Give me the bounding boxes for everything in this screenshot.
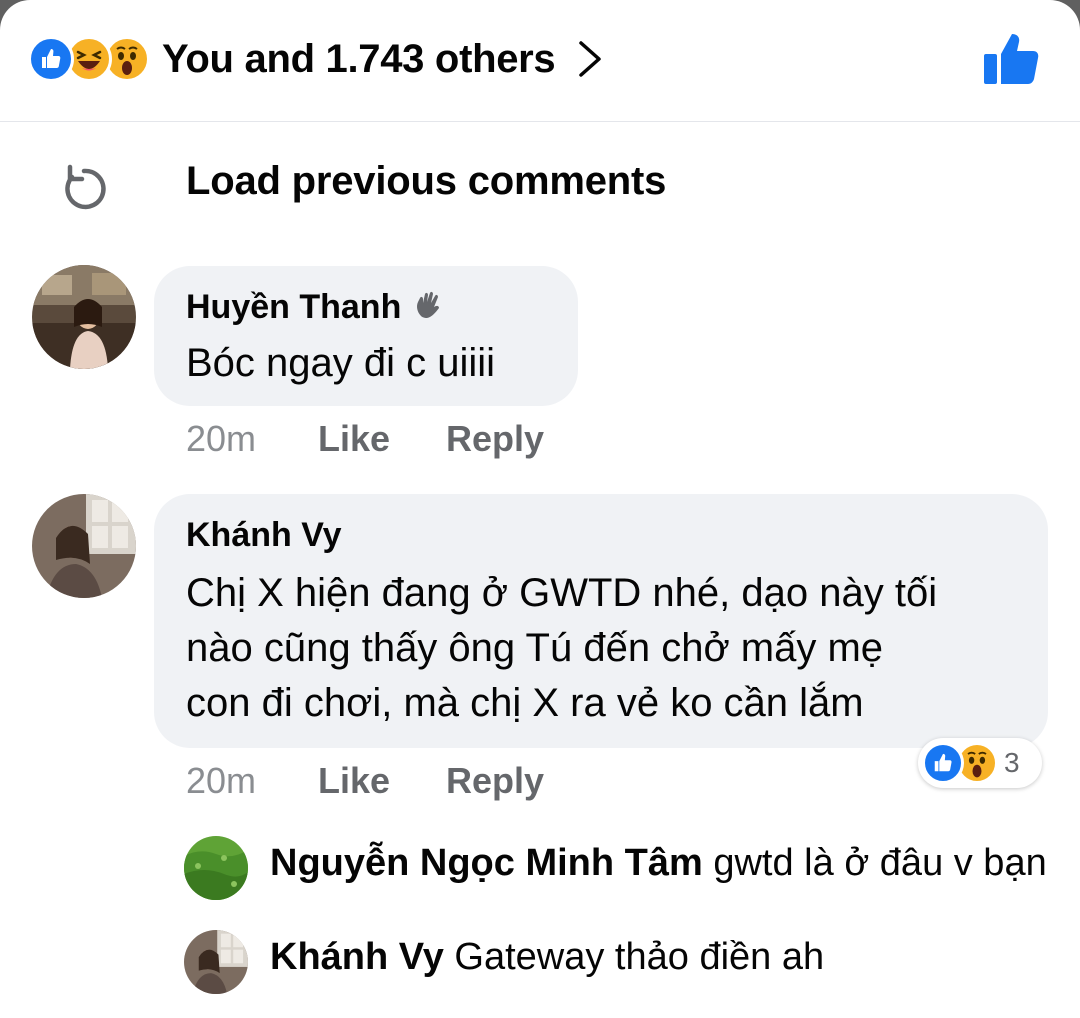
reply-author[interactable]: Khánh Vy [270, 936, 444, 978]
comment-meta: 20m Like Reply [186, 418, 586, 462]
refresh-icon [65, 164, 106, 210]
comment-time: 20m [186, 418, 257, 459]
reactions-summary-text: You and 1.743 others [162, 36, 556, 81]
avatar[interactable] [32, 494, 136, 598]
comment-author-name: Huyền Thanh [186, 288, 402, 326]
reaction-count: 3 [1004, 747, 1020, 778]
comment-text-line: con đi chơi, mà chị X ra vẻ ko cần lắm [186, 681, 864, 725]
load-previous-comments-button[interactable]: Load previous comments [0, 145, 760, 225]
like-button[interactable]: Like [318, 418, 390, 460]
comment-bubble: Huyền Thanh Bóc ngay đi c uiiii [154, 266, 578, 406]
comment-meta: 20m Like Reply [186, 760, 586, 804]
chevron-right-icon [579, 41, 602, 77]
reply-item: Khánh Vy Gateway thảo điền ah [184, 930, 1064, 994]
like-icon [28, 36, 74, 82]
load-previous-comments-label: Load previous comments [186, 159, 667, 203]
reply-content: Nguyễn Ngọc Minh Tâm gwtd là ở đâu v bạn [270, 842, 1047, 885]
avatar[interactable] [32, 265, 136, 369]
reply-button[interactable]: Reply [446, 418, 544, 460]
like-icon [922, 742, 964, 784]
reply-item: Nguyễn Ngọc Minh Tâm gwtd là ở đâu v bạn [184, 836, 1064, 900]
avatar[interactable] [184, 836, 248, 900]
like-button[interactable]: Like [318, 760, 390, 802]
comment-text: Bóc ngay đi c uiiii [186, 341, 496, 385]
comment-text-line: Chị X hiện đang ở GWTD nhé, dạo này tối [186, 571, 938, 615]
comment-author[interactable]: Khánh Vy [186, 516, 342, 555]
reply-content: Khánh Vy Gateway thảo điền ah [270, 936, 824, 979]
reply-text: Gateway thảo điền ah [454, 936, 825, 978]
comment-bubble: Khánh Vy Chị X hiện đang ở GWTD nhé, dạo… [154, 494, 1048, 748]
reply-text: gwtd là ở đâu v bạn [713, 842, 1047, 884]
reply-button[interactable]: Reply [446, 760, 544, 802]
comment-reactions[interactable]: 3 [918, 738, 1042, 788]
avatar[interactable] [184, 930, 248, 994]
reactions-summary[interactable]: You and 1.743 others [28, 34, 603, 84]
thumbs-up-icon[interactable] [982, 30, 1040, 88]
waving-hand-icon [416, 291, 439, 318]
reactions-header: You and 1.743 others [0, 0, 1080, 122]
comment-text-line: nào cũng thấy ông Tú đến chở mấy mẹ [186, 626, 884, 670]
comment-time: 20m [186, 760, 257, 801]
comment-author[interactable]: Huyền Thanh [186, 288, 443, 327]
comment-text: Chị X hiện đang ở GWTD nhé, dạo này tối … [186, 566, 937, 731]
reply-author[interactable]: Nguyễn Ngọc Minh Tâm [270, 842, 703, 884]
comments-sheet: You and 1.743 others Load previous comme… [0, 0, 1080, 1018]
